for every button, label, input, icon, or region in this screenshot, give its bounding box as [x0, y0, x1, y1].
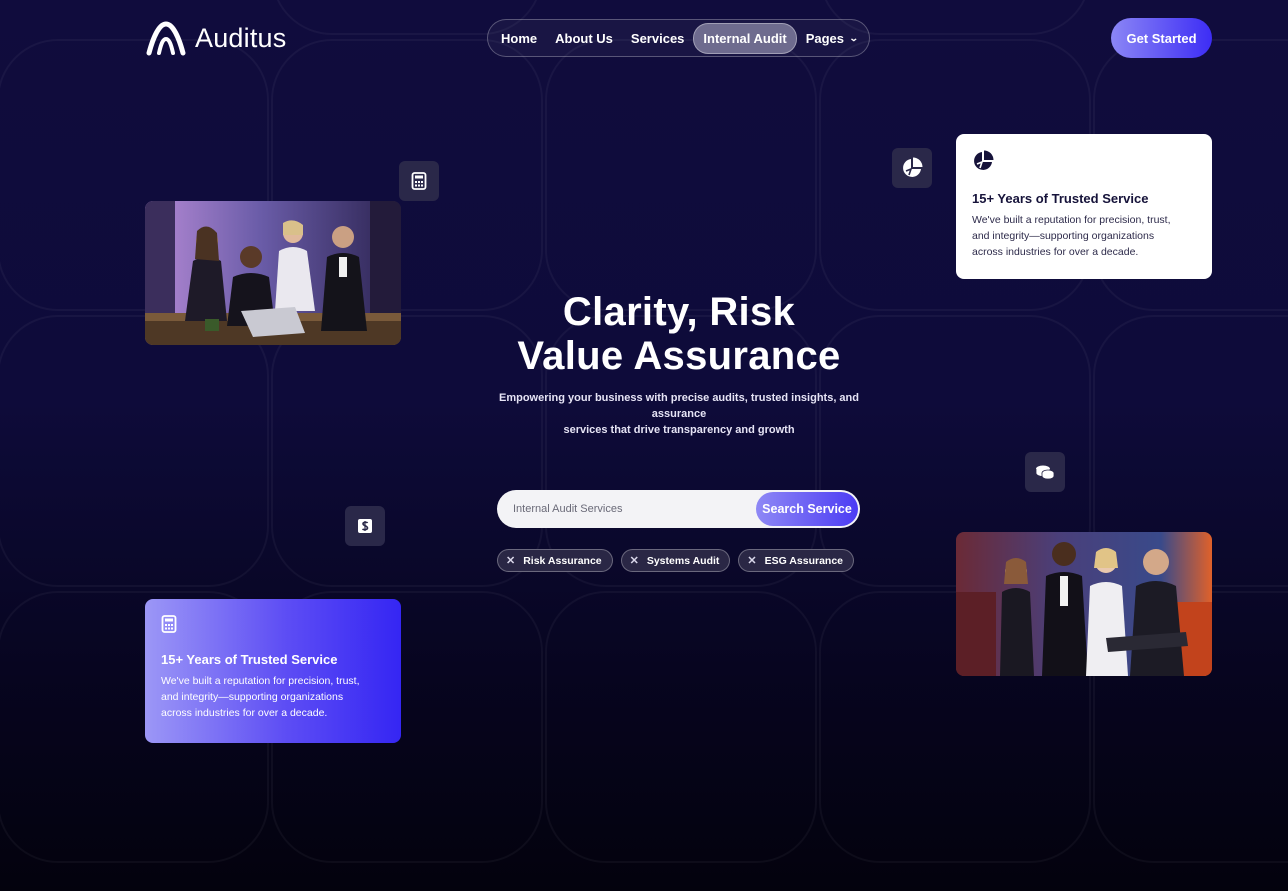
close-icon[interactable]: ✕: [630, 554, 639, 567]
dollar-tile: [345, 506, 385, 546]
nav-about-us-label: About Us: [555, 30, 613, 46]
trusted-service-card-white: 15+ Years of Trusted Service We've built…: [956, 134, 1212, 279]
close-icon[interactable]: ✕: [506, 554, 515, 567]
card-body-line: and integrity—supporting organizations: [972, 230, 1155, 242]
nav-about-us[interactable]: About Us: [546, 24, 622, 53]
nav-home[interactable]: Home: [492, 24, 546, 53]
card-body: We've built a reputation for precision, …: [972, 212, 1196, 260]
card-body-line: across industries for over a decade.: [972, 246, 1139, 258]
tag-risk-assurance[interactable]: ✕ Risk Assurance: [497, 549, 613, 572]
nav-internal-audit[interactable]: Internal Audit: [693, 22, 797, 54]
calculator-icon: [161, 615, 177, 633]
pie-chart-icon: [974, 150, 994, 170]
nav-home-label: Home: [501, 30, 538, 46]
dollar-icon: [358, 519, 372, 533]
main-nav: Home About Us Services Internal Audit Pa…: [487, 19, 870, 57]
nav-internal-audit-label: Internal Audit: [703, 30, 787, 46]
coins-tile: [1025, 452, 1065, 492]
coins-icon: [1035, 465, 1055, 480]
team-meeting-photo: [145, 201, 401, 345]
card-title: 15+ Years of Trusted Service: [972, 191, 1149, 206]
nav-pages[interactable]: Pages ⌄: [797, 24, 867, 53]
card-body-line: across industries for over a decade.: [161, 707, 328, 719]
hero-subtitle-line: services that drive transparency and gro…: [563, 424, 795, 436]
hero-title-line: Clarity, Risk: [562, 290, 796, 334]
tag-label: ESG Assurance: [764, 554, 844, 567]
tag-label: Systems Audit: [646, 554, 720, 567]
hero-subtitle-line: Empowering your business with precise au…: [498, 392, 859, 420]
get-started-button[interactable]: Get Started: [1111, 18, 1212, 58]
hero-title: Clarity, Risk Value Assurance: [440, 290, 918, 378]
nav-services-label: Services: [630, 30, 685, 46]
calculator-tile: [399, 161, 439, 201]
search-input[interactable]: [497, 503, 756, 515]
logo-text: Auditus: [195, 22, 287, 53]
card-body-line: and integrity—supporting organizations: [161, 691, 344, 703]
card-body-line: We've built a reputation for precision, …: [972, 214, 1171, 226]
popular-tags: ✕ Risk Assurance ✕ Systems Audit ✕ ESG A…: [497, 549, 855, 572]
trusted-service-card-blue: 15+ Years of Trusted Service We've built…: [145, 599, 401, 743]
pie-chart-icon: [903, 157, 923, 177]
search-service-button[interactable]: Search Service: [756, 492, 858, 526]
service-search-bar: Search Service: [497, 490, 860, 528]
card-title: 15+ Years of Trusted Service: [161, 652, 338, 667]
calculator-icon: [411, 172, 427, 190]
logo[interactable]: Auditus: [145, 20, 286, 56]
hero-subtitle: Empowering your business with precise au…: [474, 390, 884, 438]
logo-icon: [146, 21, 186, 56]
card-body-line: We've built a reputation for precision, …: [161, 675, 360, 687]
chevron-down-icon: ⌄: [848, 32, 859, 43]
close-icon[interactable]: ✕: [747, 554, 756, 567]
pie-chart-tile: [892, 148, 932, 188]
card-body: We've built a reputation for precision, …: [161, 673, 385, 721]
tag-esg-assurance[interactable]: ✕ ESG Assurance: [738, 549, 855, 572]
nav-pages-label: Pages: [805, 30, 845, 46]
nav-services[interactable]: Services: [622, 24, 694, 53]
tag-label: Risk Assurance: [523, 554, 602, 567]
tag-systems-audit[interactable]: ✕ Systems Audit: [620, 549, 731, 572]
team-standing-photo: [956, 532, 1212, 676]
hero-title-line: Value Assurance: [517, 334, 841, 378]
